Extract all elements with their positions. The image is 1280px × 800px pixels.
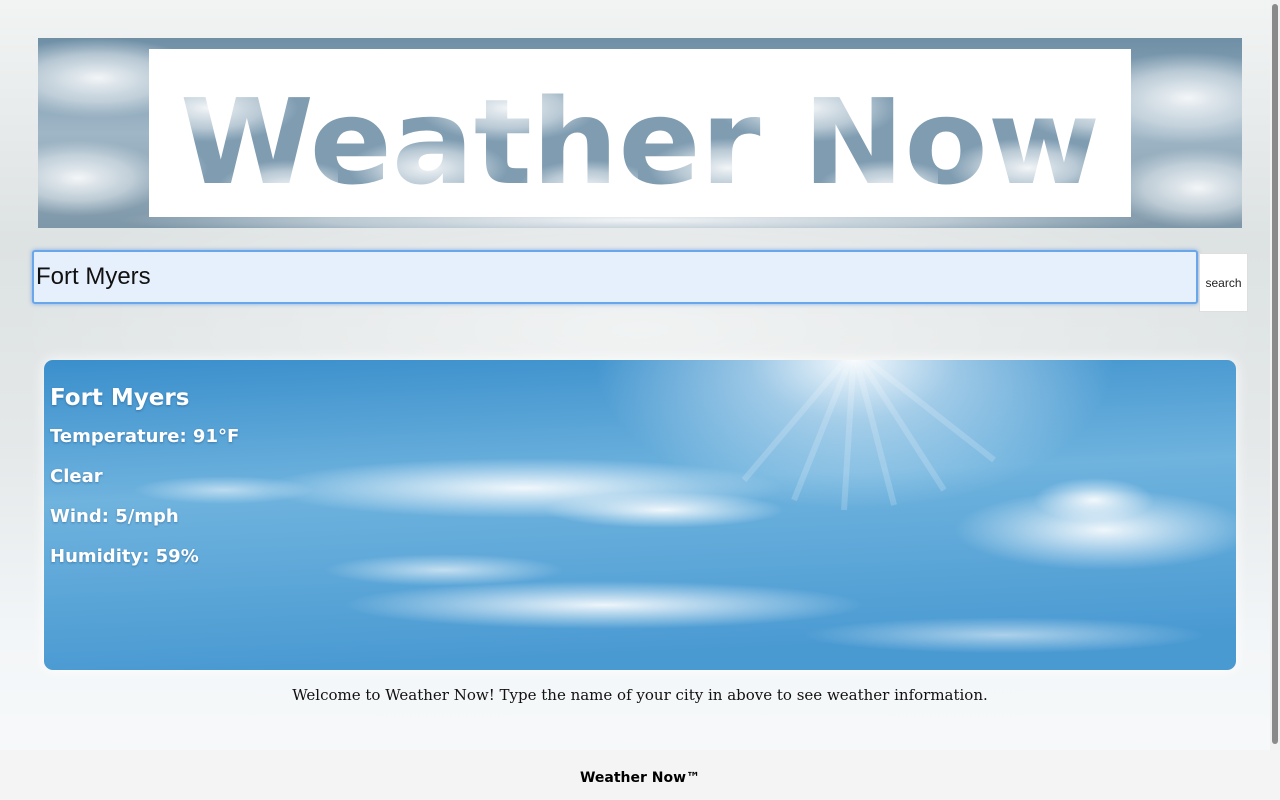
- city-name: Fort Myers: [50, 385, 190, 411]
- humidity-text: Humidity: 59%: [50, 546, 199, 567]
- temperature-text: Temperature: 91°F: [50, 426, 240, 447]
- footer: Weather Now™: [0, 750, 1280, 800]
- weather-card: Fort Myers Temperature: 91°F Clear Wind:…: [44, 360, 1236, 670]
- welcome-message: Welcome to Weather Now! Type the name of…: [292, 686, 988, 704]
- logo-text: Weather Now: [180, 73, 1100, 211]
- search-bar: search: [32, 250, 1248, 312]
- weather-details: Fort Myers Temperature: 91°F Clear Wind:…: [50, 382, 239, 585]
- condition-text: Clear: [50, 466, 103, 487]
- scrollbar-thumb[interactable]: [1272, 4, 1278, 744]
- wind-text: Wind: 5/mph: [50, 506, 179, 527]
- header-banner: Weather Now: [38, 38, 1242, 228]
- search-button[interactable]: search: [1199, 253, 1248, 312]
- footer-text: Weather Now™: [579, 770, 701, 786]
- city-search-input[interactable]: [32, 250, 1198, 304]
- cloud-sky-banner: Weather Now: [38, 38, 1242, 228]
- page-scrollbar[interactable]: [1270, 0, 1280, 750]
